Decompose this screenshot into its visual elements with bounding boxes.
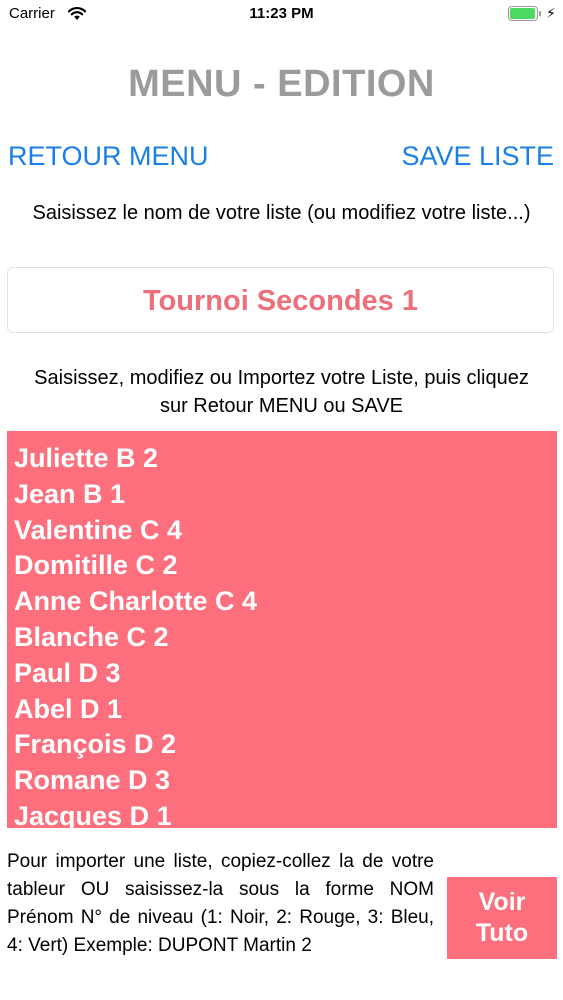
list-item: Paul D 3 bbox=[14, 657, 121, 688]
list-item: Valentine C 4 bbox=[14, 514, 183, 545]
page-title: MENU - EDITION bbox=[128, 63, 435, 105]
list-item: Blanche C 2 bbox=[14, 621, 169, 652]
clock: 11:23 PM bbox=[249, 5, 314, 22]
back-to-menu-button[interactable]: RETOUR MENU bbox=[8, 141, 209, 172]
bolt-icon: ⚡ bbox=[546, 5, 556, 21]
list-text-area[interactable]: Juliette B 2 Jean B 1 Valentine C 4 Domitil… bbox=[7, 431, 557, 828]
list-item: François D 2 bbox=[14, 729, 177, 760]
list-item: Juliette B 2 bbox=[14, 443, 159, 473]
list-item: Jacques D 1 bbox=[14, 800, 172, 828]
list-item: Abel D 1 bbox=[14, 693, 123, 724]
list-item: Domitille C 2 bbox=[14, 550, 178, 581]
list-entries: Juliette B 2 Jean B 1 Valentine C 4 Domitil… bbox=[7, 431, 557, 828]
list-item: Jean B 1 bbox=[14, 478, 126, 509]
import-help-text: Pour importer une liste, copiez-collez l… bbox=[7, 851, 434, 956]
list-item: Romane D 3 bbox=[14, 765, 171, 796]
list-name-field[interactable]: Tournoi Secondes 1 bbox=[7, 267, 554, 333]
name-instruction: Saisissez le nom de votre liste (ou modi… bbox=[32, 202, 531, 224]
status-bar: Carrier 11:23 PM ⚡ bbox=[0, 0, 563, 30]
battery-icon bbox=[508, 6, 541, 21]
save-list-button[interactable]: SAVE LISTE bbox=[401, 141, 554, 172]
list-instruction: Saisissez, modifiez ou Importez votre Li… bbox=[34, 367, 529, 417]
view-tutorial-button[interactable]: Voir Tuto bbox=[447, 877, 557, 959]
list-item: Anne Charlotte C 4 bbox=[14, 586, 258, 617]
